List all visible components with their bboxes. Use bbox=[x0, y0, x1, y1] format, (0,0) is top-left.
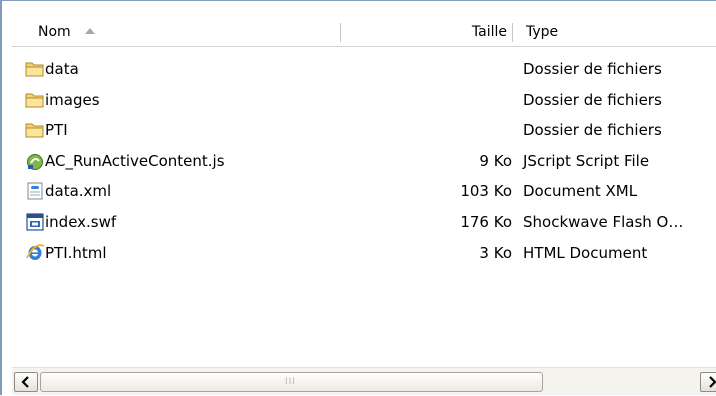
file-name: AC_RunActiveContent.js bbox=[45, 151, 225, 170]
file-size: 9 Ko bbox=[479, 151, 512, 170]
scroll-left-button[interactable] bbox=[14, 372, 38, 392]
column-divider[interactable] bbox=[340, 23, 341, 42]
xml-file-icon bbox=[27, 182, 43, 200]
column-header-name[interactable]: Nom bbox=[38, 19, 338, 46]
chevron-left-icon bbox=[21, 376, 29, 388]
scroll-right-button[interactable] bbox=[700, 372, 716, 392]
sort-ascending-icon bbox=[84, 28, 95, 34]
column-header-size-label: Taille bbox=[471, 24, 507, 40]
column-header-type[interactable]: Type bbox=[526, 19, 716, 46]
file-name: data.xml bbox=[45, 182, 112, 201]
file-row[interactable]: AC_RunActiveContent.js 9 Ko JScript Scri… bbox=[12, 146, 716, 177]
internet-explorer-icon bbox=[26, 243, 45, 260]
file-row[interactable]: data.xml 103 Ko Document XML bbox=[12, 176, 716, 207]
file-type: Dossier de fichiers bbox=[523, 60, 662, 78]
file-row[interactable]: PTI Dossier de fichiers bbox=[12, 115, 716, 146]
file-type: JScript Script File bbox=[523, 151, 650, 170]
scroll-thumb[interactable]: III bbox=[40, 372, 543, 392]
folder-icon bbox=[25, 123, 44, 138]
file-size: 3 Ko bbox=[479, 243, 512, 262]
flash-file-icon bbox=[26, 213, 44, 231]
folder-icon bbox=[25, 93, 44, 108]
file-type: Dossier de fichiers bbox=[523, 90, 662, 109]
jscript-file-icon bbox=[27, 153, 43, 170]
file-size: 176 Ko bbox=[460, 212, 512, 231]
scroll-grip: III bbox=[285, 377, 296, 387]
file-type: Shockwave Flash O… bbox=[523, 212, 684, 231]
column-header-name-label: Nom bbox=[38, 24, 71, 40]
file-type: Dossier de fichiers bbox=[523, 121, 662, 140]
column-header-size[interactable]: Taille bbox=[342, 19, 507, 46]
file-row[interactable]: index.swf 176 Ko Shockwave Flash O… bbox=[12, 207, 716, 238]
column-header: Nom Taille Type bbox=[12, 19, 716, 47]
file-row[interactable]: images Dossier de fichiers bbox=[12, 85, 716, 116]
file-name: index.swf bbox=[45, 212, 117, 231]
file-list-view: Nom Taille Type data Dossier de fichiers bbox=[0, 0, 716, 395]
file-row[interactable]: PTI.html 3 Ko HTML Document bbox=[12, 238, 716, 269]
horizontal-scrollbar[interactable]: III bbox=[12, 367, 716, 395]
chevron-right-icon bbox=[709, 376, 716, 388]
file-name: PTI.html bbox=[45, 243, 107, 262]
file-name: images bbox=[45, 90, 100, 109]
file-name: data bbox=[45, 60, 79, 78]
column-divider[interactable] bbox=[512, 23, 513, 42]
folder-icon bbox=[25, 62, 44, 77]
file-type: Document XML bbox=[523, 182, 638, 201]
file-rows: data Dossier de fichiers images Dossier … bbox=[12, 54, 716, 268]
file-type: HTML Document bbox=[523, 243, 648, 262]
column-header-type-label: Type bbox=[526, 24, 559, 40]
file-row[interactable]: data Dossier de fichiers bbox=[12, 54, 716, 85]
file-name: PTI bbox=[45, 121, 68, 140]
file-size: 103 Ko bbox=[460, 182, 512, 201]
